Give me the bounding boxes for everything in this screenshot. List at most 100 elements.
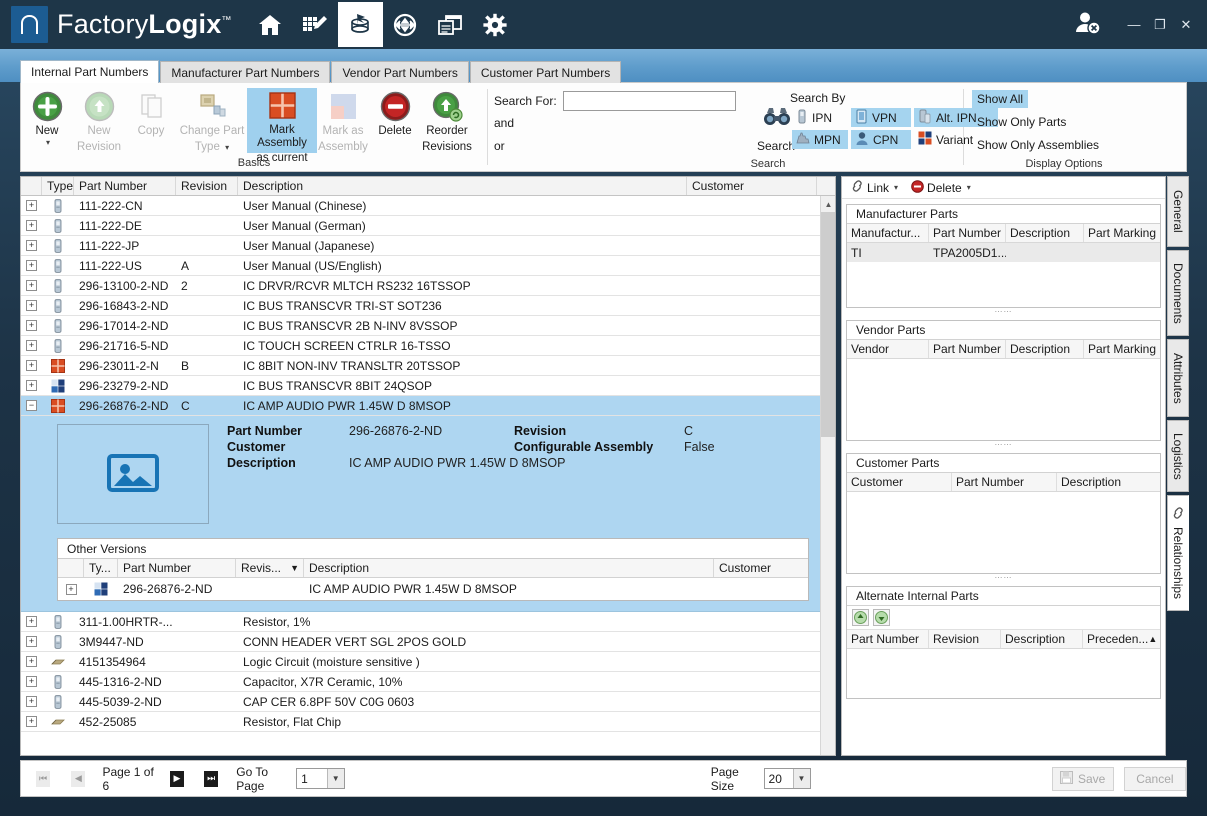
part-image-box[interactable] (57, 424, 209, 524)
table-row[interactable]: +296-21716-5-ND IC TOUCH SCREEN CTRLR 16-… (21, 336, 835, 356)
chevron-down-icon[interactable]: ▼ (326, 769, 344, 788)
search-by-ipn-button[interactable]: IPN (792, 108, 848, 127)
row-expander-cell[interactable]: + (21, 276, 42, 296)
vendor-col-vendor[interactable]: Vendor (847, 340, 929, 358)
table-row[interactable]: +111-222-CN User Manual (Chinese) (21, 196, 835, 216)
expand-icon[interactable]: + (26, 200, 37, 211)
grid-vertical-scrollbar[interactable]: ▲ (820, 196, 835, 755)
search-by-cpn-button[interactable]: CPN (851, 130, 911, 149)
splitter-handle-2[interactable]: ⋯⋯ (842, 440, 1165, 449)
copy-button[interactable]: Copy (125, 88, 177, 140)
cust-col-customer[interactable]: Customer (847, 473, 952, 491)
alt-col-revision[interactable]: Revision (929, 630, 1001, 648)
first-page-button[interactable]: ⏮ (36, 770, 51, 787)
mfr-col-manufacturer[interactable]: Manufactur... (847, 224, 929, 242)
row-expander-cell[interactable]: + (21, 196, 42, 216)
row-expander-cell[interactable]: + (21, 712, 42, 732)
edit-grid-icon[interactable] (293, 2, 338, 47)
expand-icon[interactable]: + (26, 636, 37, 647)
row-expander-cell[interactable]: + (21, 632, 42, 652)
home-icon[interactable] (248, 2, 293, 47)
expand-icon[interactable]: + (26, 220, 37, 231)
chevron-down-icon[interactable]: ▼ (792, 769, 810, 788)
new-button[interactable]: New ▾ (21, 88, 73, 149)
table-row[interactable]: +111-222-US A User Manual (US/English) (21, 256, 835, 276)
tab-customer-part-numbers[interactable]: Customer Part Numbers (469, 61, 622, 83)
goto-page-select[interactable]: 1 ▼ (296, 768, 345, 789)
table-row[interactable]: TI TPA2005D1... (847, 243, 1160, 262)
scroll-thumb[interactable] (821, 212, 835, 437)
table-row[interactable]: +296-26876-2-ND IC AMP AUDIO PWR 1.45W D … (58, 578, 808, 600)
tab-internal-part-numbers[interactable]: Internal Part Numbers (20, 60, 160, 83)
change-part-type-caret[interactable]: ▾ (225, 143, 229, 152)
new-dropdown-caret[interactable]: ▾ (46, 138, 50, 147)
show-only-assemblies-option[interactable]: Show Only Assemblies (972, 136, 1104, 154)
sidetab-relationships[interactable]: Relationships (1167, 495, 1189, 611)
binoculars-search-icon[interactable] (762, 105, 792, 132)
row-expander-cell[interactable]: + (21, 672, 42, 692)
table-row[interactable]: +4151354964 Logic Circuit (moisture sensi… (21, 652, 835, 672)
maximize-button[interactable]: ❐ (1147, 12, 1173, 38)
tab-vendor-part-numbers[interactable]: Vendor Part Numbers (331, 61, 469, 83)
table-row[interactable]: +445-5039-2-ND CAP CER 6.8PF 50V C0G 0603 (21, 692, 835, 712)
row-expander-cell[interactable]: + (21, 336, 42, 356)
parts-database-icon[interactable] (337, 2, 383, 47)
link-button[interactable]: Link ▾ (849, 179, 900, 196)
table-row[interactable]: +111-222-JP User Manual (Japanese) (21, 236, 835, 256)
scroll-up-arrow[interactable]: ▲ (821, 196, 835, 212)
mfr-col-part-marking[interactable]: Part Marking (1084, 224, 1160, 242)
table-row[interactable]: +296-23011-2-N B IC 8BIT NON-INV TRANSLTR … (21, 356, 835, 376)
vendor-col-part-number[interactable]: Part Number (929, 340, 1006, 358)
delete-relationship-button[interactable]: Delete ▾ (909, 179, 973, 197)
expand-icon[interactable]: + (26, 616, 37, 627)
row-expander-cell[interactable]: + (21, 376, 42, 396)
table-row[interactable]: +296-16843-2-ND IC BUS TRANSCVR TRI-ST SO… (21, 296, 835, 316)
expand-icon[interactable]: + (26, 300, 37, 311)
delete-button[interactable]: Delete (369, 88, 421, 140)
mfr-col-part-number[interactable]: Part Number (929, 224, 1006, 242)
change-part-type-button[interactable]: Change Part Type ▾ (177, 88, 247, 156)
settings-gear-icon[interactable] (473, 2, 518, 47)
row-expander-cell[interactable]: + (21, 216, 42, 236)
row-expander-cell[interactable]: + (21, 316, 42, 336)
expand-icon[interactable]: + (65, 583, 77, 595)
tab-manufacturer-part-numbers[interactable]: Manufacturer Part Numbers (160, 61, 331, 83)
mark-assembly-as-current-button[interactable]: Mark Assembly as current (247, 88, 317, 164)
mark-as-assembly-button[interactable]: Mark as Assembly (317, 88, 369, 155)
expand-icon[interactable]: + (26, 656, 37, 667)
mfr-col-description[interactable]: Description (1006, 224, 1084, 242)
table-row[interactable]: +111-222-DE User Manual (German) (21, 216, 835, 236)
table-row[interactable]: +3M9447-ND CONN HEADER VERT SGL 2POS GOLD (21, 632, 835, 652)
prev-page-button[interactable]: ◀ (71, 770, 86, 787)
user-signout-icon[interactable] (1073, 10, 1103, 39)
sidetab-logistics[interactable]: Logistics (1167, 420, 1189, 492)
ov-col-type[interactable]: Ty... (84, 559, 118, 577)
table-row[interactable]: +296-23279-2-ND IC BUS TRANSCVR 8BIT 24QS… (21, 376, 835, 396)
vendor-col-description[interactable]: Description (1006, 340, 1084, 358)
move-down-icon[interactable] (873, 609, 890, 626)
table-row[interactable]: +452-25085 Resistor, Flat Chip (21, 712, 835, 732)
expand-icon[interactable]: + (26, 696, 37, 707)
expand-icon[interactable]: + (26, 716, 37, 727)
grid-col-description[interactable]: Description (238, 177, 687, 195)
table-row[interactable]: +296-13100-2-ND 2 IC DRVR/RCVR MLTCH RS232… (21, 276, 835, 296)
table-row[interactable]: − 296-26876-2-ND C IC AMP AUDIO PWR 1.45W D… (21, 396, 835, 416)
table-row[interactable]: +445-1316-2-ND Capacitor, X7R Ceramic, 10… (21, 672, 835, 692)
grid-col-part-number[interactable]: Part Number (74, 177, 176, 195)
expand-icon[interactable]: + (26, 260, 37, 271)
page-size-select[interactable]: 20 ▼ (763, 768, 811, 789)
expand-icon[interactable]: + (26, 240, 37, 251)
expand-icon[interactable]: + (26, 280, 37, 291)
ov-row-expander-cell[interactable]: + (58, 579, 84, 599)
vendor-col-part-marking[interactable]: Part Marking (1084, 340, 1160, 358)
next-page-button[interactable]: ▶ (169, 770, 185, 787)
search-by-vpn-button[interactable]: VPN (851, 108, 911, 127)
row-expander-cell[interactable]: + (21, 256, 42, 276)
row-expander-cell[interactable]: + (21, 296, 42, 316)
cust-col-part-number[interactable]: Part Number (952, 473, 1057, 491)
move-up-icon[interactable] (852, 609, 869, 626)
delete-dropdown-caret[interactable]: ▾ (967, 183, 971, 192)
expand-icon[interactable]: + (26, 360, 37, 371)
windows-icon[interactable] (428, 2, 473, 47)
alt-col-description[interactable]: Description (1001, 630, 1083, 648)
